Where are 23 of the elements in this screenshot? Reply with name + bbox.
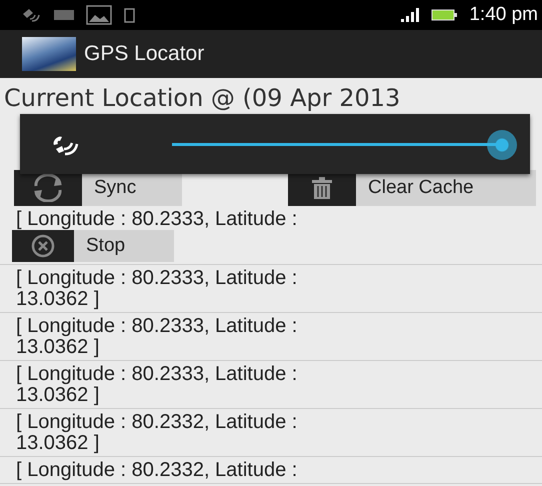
location-text: [ Longitude : 80.2333, Latitude : — [16, 364, 298, 385]
status-time: 1:40 pm — [469, 4, 538, 26]
location-text: 13.0362 ] — [16, 289, 100, 310]
trash-icon — [311, 176, 333, 200]
location-text: 13.0362 ] — [16, 337, 100, 358]
location-text: [ Longitude : 80.2333, Latitude : — [16, 209, 298, 230]
location-text: [ Longitude : 80.2332, Latitude : — [16, 412, 298, 433]
app-icon[interactable] — [22, 37, 76, 71]
image-icon — [86, 5, 112, 25]
location-text: [ Longitude : 80.2332, Latitude : — [16, 460, 298, 481]
app-title: GPS Locator — [84, 42, 204, 66]
slider-thumb[interactable] — [487, 130, 517, 160]
stop-button[interactable]: Stop — [12, 230, 174, 262]
location-text: [ Longitude : 80.2333, Latitude : — [16, 316, 298, 337]
location-text: 13.0362 ] — [16, 433, 100, 454]
current-location-heading: Current Location @ (09 Apr 2013 — [3, 83, 402, 112]
phone-outline-icon — [124, 8, 135, 22]
location-text: 13.0362 ] — [16, 385, 100, 406]
cancel-icon — [30, 233, 56, 259]
location-text: [ Longitude : 80.2333, Latitude : — [16, 268, 298, 289]
sd-card-icon — [54, 9, 74, 21]
signal-icon — [401, 8, 420, 22]
battery-icon — [431, 9, 458, 21]
